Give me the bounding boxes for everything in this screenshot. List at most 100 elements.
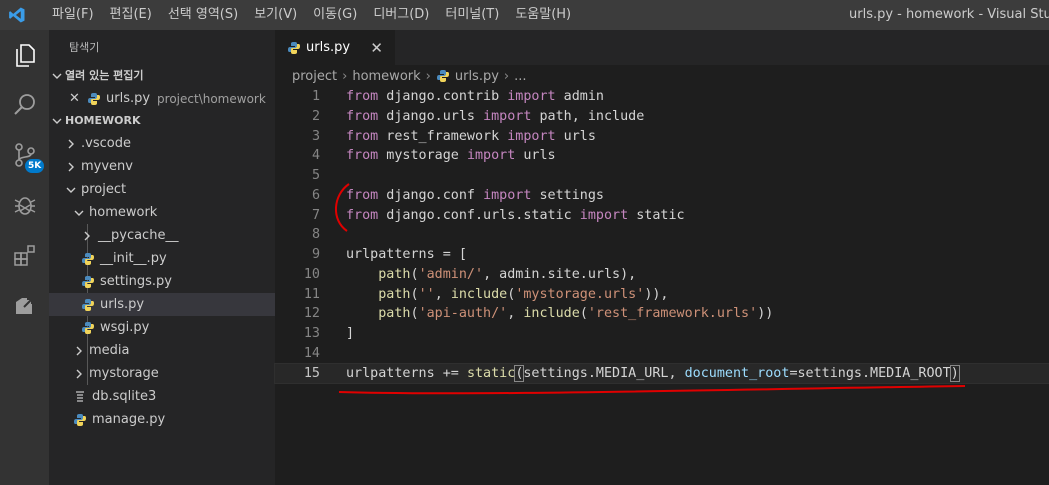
search-button[interactable] bbox=[0, 80, 49, 130]
extensions-icon bbox=[13, 245, 35, 266]
tree-label: __init__.py bbox=[100, 251, 167, 266]
breadcrumb-homework[interactable]: homework bbox=[352, 69, 420, 84]
chevron-right-icon: › bbox=[425, 68, 431, 84]
line-number: 4 bbox=[311, 148, 320, 164]
breadcrumb-symbol[interactable]: ... bbox=[514, 69, 526, 84]
tree-label: __pycache__ bbox=[98, 228, 179, 243]
python-file-icon bbox=[81, 275, 95, 289]
tree-label: settings.py bbox=[100, 274, 172, 289]
source-control-button[interactable]: 5K bbox=[0, 130, 49, 180]
tree-folder-homework[interactable]: homework bbox=[49, 201, 275, 224]
tree-file-settings[interactable]: settings.py bbox=[49, 270, 275, 293]
code-text: ] bbox=[346, 326, 355, 341]
open-editors-header[interactable]: 열려 있는 편집기 bbox=[49, 65, 275, 87]
chevron-down-icon bbox=[63, 185, 79, 195]
menu-file[interactable]: 파일(F) bbox=[44, 0, 102, 30]
menu-selection[interactable]: 선택 영역(S) bbox=[160, 0, 246, 30]
tab-bar: urls.py ✕ bbox=[275, 30, 1049, 65]
line-number: 8 bbox=[311, 227, 320, 243]
code-text: from django.conf import settings bbox=[346, 187, 604, 203]
code-text: from django.urls import path, include bbox=[346, 108, 645, 124]
chevron-right-icon: › bbox=[342, 68, 348, 84]
menu-help[interactable]: 도움말(H) bbox=[507, 0, 579, 30]
breadcrumb-project[interactable]: project bbox=[292, 69, 337, 84]
explorer-button[interactable] bbox=[0, 30, 49, 80]
code-line: 1 from django.contrib import admin bbox=[275, 87, 1049, 107]
tree-folder-vscode[interactable]: .vscode bbox=[49, 132, 275, 155]
open-editor-name: urls.py bbox=[106, 91, 151, 106]
menu-bar: 파일(F) 편집(E) 선택 영역(S) 보기(V) 이동(G) 디버그(D) … bbox=[44, 0, 579, 30]
close-icon[interactable]: ✕ bbox=[69, 91, 87, 106]
python-file-icon bbox=[73, 413, 87, 427]
open-editor-item[interactable]: ✕ urls.py project\homework bbox=[49, 87, 275, 110]
code-text: path('', include('mystorage.urls')), bbox=[378, 286, 669, 302]
tree-label: .vscode bbox=[81, 136, 131, 151]
current-code-line: 15 urlpatterns += static(settings.MEDIA_U… bbox=[274, 362, 1049, 385]
line-number: 5 bbox=[311, 168, 320, 183]
code-text: from django.conf.urls.static import stat… bbox=[346, 207, 685, 223]
open-editors-label: 열려 있는 편집기 bbox=[65, 69, 144, 82]
code-line: 13] bbox=[275, 324, 1049, 344]
code-editor[interactable]: 1 from django.contrib import admin 2 from … bbox=[274, 87, 1049, 385]
line-number: 9 bbox=[311, 247, 320, 262]
tree-folder-myvenv[interactable]: myvenv bbox=[49, 155, 275, 178]
code-text: from mystorage import urls bbox=[346, 148, 556, 164]
python-file-icon bbox=[287, 41, 301, 55]
line-number: 10 bbox=[303, 266, 320, 282]
debug-button[interactable] bbox=[0, 180, 49, 230]
workspace-header[interactable]: HOMEWORK bbox=[49, 110, 275, 132]
code-line: 6 from django.conf import settings bbox=[275, 186, 1049, 206]
explorer-title: 탐색기 bbox=[69, 41, 100, 54]
window-title: urls.py - homework - Visual Studio C bbox=[849, 7, 1049, 22]
python-file-icon bbox=[87, 92, 101, 106]
activity-bar: 5K bbox=[0, 30, 49, 485]
menu-go[interactable]: 이동(G) bbox=[305, 0, 365, 30]
chevron-right-icon bbox=[71, 369, 87, 379]
menu-terminal[interactable]: 터미널(T) bbox=[437, 0, 507, 30]
extensions-button[interactable] bbox=[0, 230, 49, 280]
tree-file-wsgi[interactable]: wsgi.py bbox=[49, 316, 275, 339]
workspace-label: HOMEWORK bbox=[65, 114, 141, 127]
python-file-icon bbox=[81, 252, 95, 266]
tree-file-urls[interactable]: urls.py bbox=[49, 293, 275, 316]
tree-label: project bbox=[81, 182, 127, 197]
code-text: urlpatterns += static(settings.MEDIA_URL… bbox=[346, 364, 960, 382]
code-line: 5 bbox=[275, 166, 1049, 186]
code-line: 11 path('', include('mystorage.urls')), bbox=[275, 285, 1049, 305]
files-icon bbox=[15, 44, 35, 67]
breadcrumb-file[interactable]: urls.py bbox=[455, 69, 499, 84]
menu-edit[interactable]: 편집(E) bbox=[102, 0, 160, 30]
chevron-right-icon bbox=[63, 139, 79, 149]
tree-folder-mystorage[interactable]: mystorage bbox=[49, 362, 275, 385]
menu-view[interactable]: 보기(V) bbox=[246, 0, 305, 30]
tree-label: homework bbox=[89, 205, 158, 220]
red-underline-annotation bbox=[338, 385, 966, 395]
code-line: 2 from django.urls import path, include bbox=[275, 107, 1049, 127]
code-line: 9 urlpatterns = [ bbox=[275, 245, 1049, 265]
tree-folder-media[interactable]: media bbox=[49, 339, 275, 362]
menu-debug[interactable]: 디버그(D) bbox=[365, 0, 437, 30]
tree-file-init[interactable]: __init__.py bbox=[49, 247, 275, 270]
tab-urls-py[interactable]: urls.py ✕ bbox=[275, 30, 395, 65]
tree-label: manage.py bbox=[92, 412, 166, 427]
code-line: 7 from django.conf.urls.static import sta… bbox=[275, 206, 1049, 226]
tree-label: media bbox=[89, 343, 130, 358]
python-file-icon bbox=[436, 69, 450, 83]
tree-label: db.sqlite3 bbox=[92, 389, 157, 404]
tree-folder-project[interactable]: project bbox=[49, 178, 275, 201]
remote-explorer-button[interactable] bbox=[0, 280, 49, 330]
close-tab-icon[interactable]: ✕ bbox=[370, 39, 383, 57]
chevron-down-icon bbox=[49, 71, 65, 81]
explorer-sidebar: 탐색기 열려 있는 편집기 ✕ urls.py project\homework… bbox=[49, 30, 275, 485]
code-text: path('admin/', admin.site.urls), bbox=[378, 266, 637, 282]
tree-folder-pycache[interactable]: __pycache__ bbox=[49, 224, 275, 247]
tree-label: urls.py bbox=[100, 297, 145, 312]
tree-file-manage[interactable]: manage.py bbox=[49, 408, 275, 431]
chevron-right-icon: › bbox=[503, 68, 510, 84]
line-number: 2 bbox=[311, 108, 320, 124]
tree-file-db[interactable]: db.sqlite3 bbox=[49, 385, 275, 408]
tab-label: urls.py bbox=[306, 40, 351, 55]
remote-explorer-icon bbox=[15, 298, 33, 314]
code-line: 12 path('api-auth/', include('rest_frame… bbox=[275, 304, 1049, 324]
line-number: 12 bbox=[303, 306, 320, 322]
